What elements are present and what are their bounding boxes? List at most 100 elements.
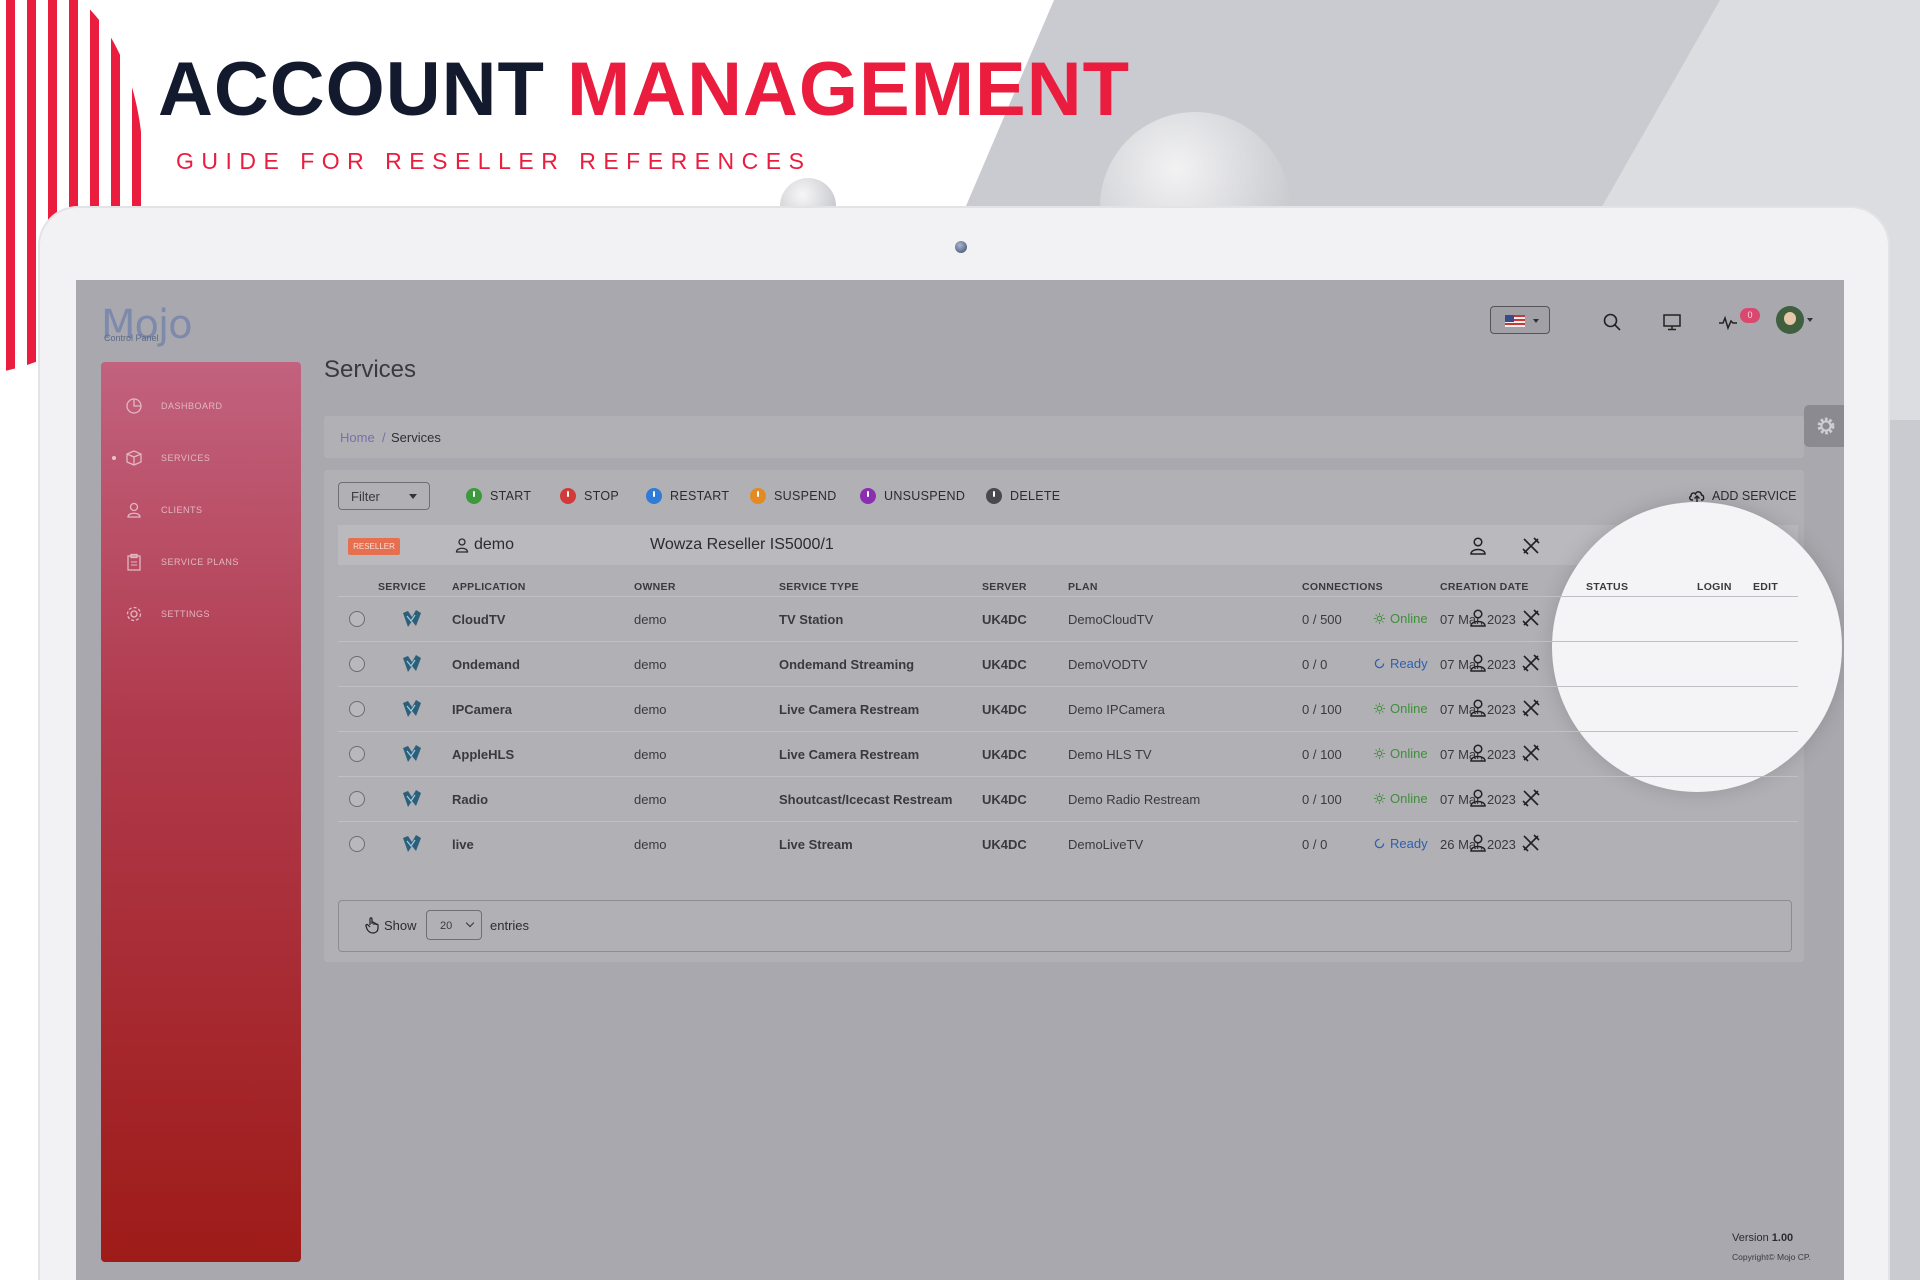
status-label: Online (1390, 791, 1428, 806)
header-status[interactable]: STATUS (1586, 581, 1628, 593)
row-select-radio[interactable] (349, 656, 365, 672)
table-row: IPCamera demo Live Camera Restream UK4DC Dem… (338, 686, 1798, 731)
logo-subtitle: Control Panel (104, 333, 159, 343)
language-selector[interactable] (1490, 306, 1550, 334)
row-select-radio[interactable] (349, 611, 365, 627)
show-label: Show (384, 918, 417, 933)
login-icon[interactable] (1468, 833, 1488, 853)
edit-tools-icon[interactable] (1521, 653, 1541, 673)
cell-application[interactable]: CloudTV (452, 612, 505, 627)
sidebar-item-label: DASHBOARD (161, 401, 223, 411)
row-select-radio[interactable] (349, 701, 365, 717)
add-service-label: ADD SERVICE (1712, 489, 1797, 503)
cell-application[interactable]: Ondemand (452, 657, 520, 672)
cell-owner: demo (634, 657, 667, 672)
cell-service-type: Live Camera Restream (779, 702, 920, 717)
row-select-radio[interactable] (349, 836, 365, 852)
filter-dropdown[interactable]: Filter (338, 482, 430, 510)
sidebar-item-dashboard[interactable]: DASHBOARD (101, 389, 301, 423)
sidebar-item-clients[interactable]: CLIENTS (101, 493, 301, 527)
cell-application[interactable]: AppleHLS (452, 747, 514, 762)
restart-button[interactable]: RESTART (646, 486, 729, 506)
version-number: 1.00 (1771, 1232, 1794, 1244)
wowza-icon (403, 745, 421, 762)
header-service-type[interactable]: SERVICE TYPE (779, 581, 859, 593)
status-badge: Online (1374, 746, 1428, 761)
wowza-icon (403, 700, 421, 717)
clock-icon (646, 488, 662, 504)
cell-server: UK4DC (982, 657, 1027, 672)
monitor-icon[interactable] (1662, 312, 1682, 332)
breadcrumb-home-link[interactable]: Home (340, 430, 375, 445)
caret-down-icon (1533, 319, 1539, 323)
app-screen: Mojo Control Panel 0 DASHBOARD SERVICES … (76, 280, 1844, 1280)
gear-icon (1817, 417, 1835, 435)
sidebar-item-service-plans[interactable]: SERVICE PLANS (101, 545, 301, 579)
avatar[interactable] (1776, 306, 1804, 334)
sidebar: DASHBOARD SERVICES CLIENTS SERVICE PLANS… (101, 362, 301, 1262)
header-owner[interactable]: OWNER (634, 581, 676, 593)
group-edit-icon[interactable] (1521, 536, 1541, 556)
table-row: Radio demo Shoutcast/Icecast Restream UK4DC… (338, 776, 1798, 821)
edit-tools-icon[interactable] (1521, 698, 1541, 718)
activity-icon[interactable] (1718, 312, 1738, 332)
clock-icon (466, 488, 482, 504)
suspend-button[interactable]: SUSPEND (750, 486, 837, 506)
header-server[interactable]: SERVER (982, 581, 1027, 593)
spinner-icon (1374, 658, 1385, 669)
cell-owner: demo (634, 612, 667, 627)
cell-application[interactable]: IPCamera (452, 702, 512, 717)
login-icon[interactable] (1468, 788, 1488, 808)
status-label: Ready (1390, 656, 1428, 671)
banner-subtitle: GUIDE FOR RESELLER REFERENCES (176, 148, 812, 174)
login-icon[interactable] (1468, 698, 1488, 718)
group-owner-name: demo (474, 536, 515, 553)
cell-owner: demo (634, 792, 667, 807)
restart-label: RESTART (670, 489, 730, 503)
banner-title-part2: MANAGEMENT (566, 47, 1131, 132)
edit-tools-icon[interactable] (1521, 743, 1541, 763)
cell-connections: 0 / 0 (1302, 837, 1328, 852)
header-service: SERVICE (378, 581, 427, 593)
cell-server: UK4DC (982, 612, 1027, 627)
header-application[interactable]: APPLICATION (452, 581, 526, 593)
header-connections[interactable]: CONNECTIONS (1302, 581, 1383, 593)
edit-tools-icon[interactable] (1521, 833, 1541, 853)
login-icon[interactable] (1468, 743, 1488, 763)
unsuspend-button[interactable]: UNSUSPEND (860, 486, 965, 506)
edit-tools-icon[interactable] (1521, 788, 1541, 808)
clipboard-icon (127, 553, 141, 571)
status-label: Online (1390, 701, 1428, 716)
entries-value: 20 (440, 920, 453, 932)
row-select-radio[interactable] (349, 791, 365, 807)
start-button[interactable]: START (466, 486, 531, 506)
cell-service-type: TV Station (779, 612, 844, 627)
caret-down-icon (409, 494, 417, 499)
stop-button[interactable]: STOP (560, 486, 619, 506)
header-creation-date[interactable]: CREATION DATE (1440, 581, 1529, 593)
entries-per-page-select[interactable]: 20 (426, 910, 482, 940)
header-login: LOGIN (1697, 581, 1732, 593)
sidebar-item-services[interactable]: SERVICES (101, 441, 301, 475)
group-login-icon[interactable] (1468, 536, 1488, 556)
clock-icon (860, 488, 876, 504)
cell-application[interactable]: live (452, 837, 474, 852)
caret-down-icon[interactable] (1807, 318, 1813, 322)
cell-owner: demo (634, 837, 667, 852)
cell-application[interactable]: Radio (452, 792, 488, 807)
login-icon[interactable] (1468, 653, 1488, 673)
settings-panel-toggle[interactable] (1804, 405, 1844, 447)
row-select-radio[interactable] (349, 746, 365, 762)
search-icon[interactable] (1602, 312, 1622, 332)
copyright: Copyright© Mojo CP. (1732, 1252, 1811, 1262)
status-badge: Online (1374, 611, 1428, 626)
cell-plan: DemoVODTV (1068, 657, 1148, 672)
login-icon[interactable] (1468, 608, 1488, 628)
header-plan[interactable]: PLAN (1068, 581, 1098, 593)
cell-connections: 0 / 500 (1302, 612, 1342, 627)
sidebar-item-settings[interactable]: SETTINGS (101, 597, 301, 631)
version-info: Version 1.00 (1732, 1232, 1793, 1244)
edit-tools-icon[interactable] (1521, 608, 1541, 628)
clock-icon (986, 488, 1002, 504)
delete-button[interactable]: DELETE (986, 486, 1060, 506)
